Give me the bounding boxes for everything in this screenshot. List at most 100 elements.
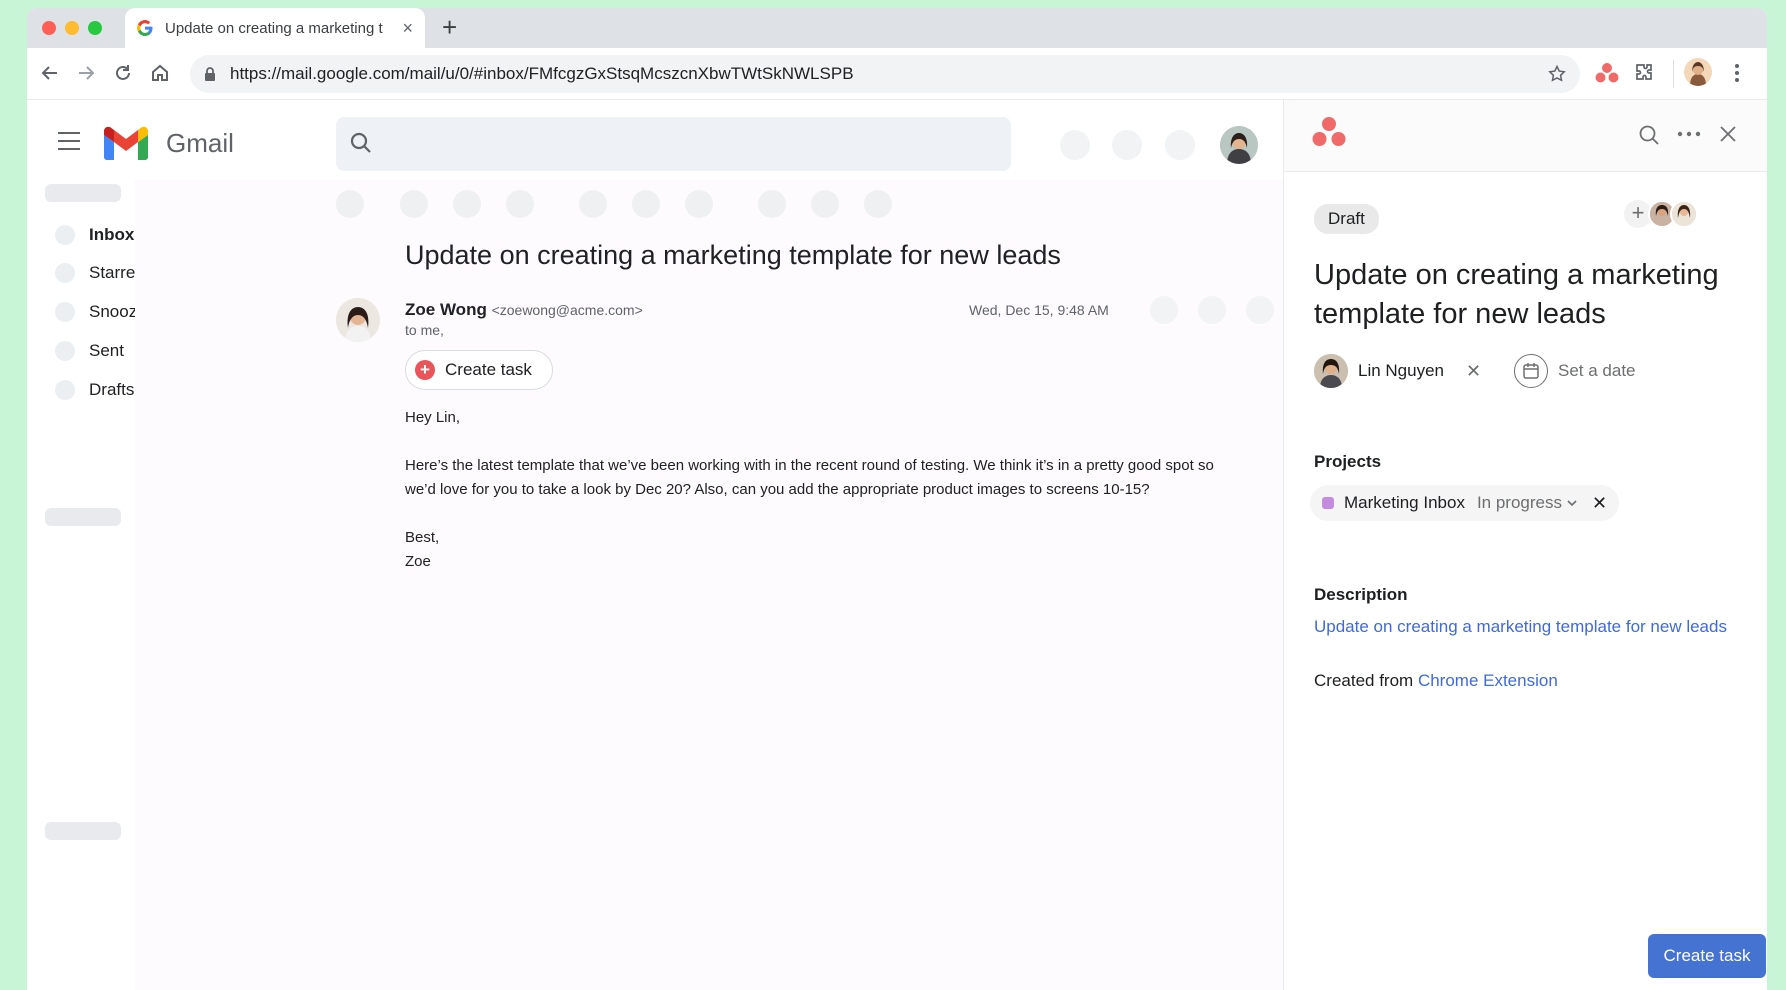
new-tab-button[interactable]: + [442, 14, 457, 40]
asana-panel: Draft + Update on creating a marketing t… [1283, 100, 1767, 990]
browser-tab[interactable]: Update on creating a marketing t × [125, 8, 425, 48]
chevron-down-icon[interactable] [1566, 497, 1578, 509]
apps-icon[interactable] [1165, 130, 1195, 160]
remove-project-icon[interactable]: ✕ [1592, 493, 1607, 514]
google-favicon-icon [137, 20, 153, 36]
gmail-logo-icon [104, 127, 148, 160]
collaborator-avatar [1670, 200, 1698, 228]
profile-avatar[interactable] [1684, 58, 1712, 86]
main-menu-icon[interactable] [58, 132, 80, 156]
due-date-field[interactable]: Set a date [1514, 354, 1636, 388]
project-chip[interactable]: Marketing Inbox In progress ✕ [1310, 485, 1620, 521]
sender-avatar [336, 298, 380, 342]
project-status[interactable]: In progress [1477, 493, 1562, 513]
nav-sent[interactable]: Sent [55, 336, 124, 366]
back-to-inbox-icon[interactable] [336, 190, 364, 218]
more-icon[interactable] [864, 190, 892, 218]
message-more-icon[interactable] [1246, 296, 1274, 324]
label-icon[interactable] [811, 190, 839, 218]
email-greeting: Hey Lin, [405, 409, 461, 426]
gmail-wordmark: Gmail [166, 128, 234, 158]
reply-icon[interactable] [1198, 296, 1226, 324]
browser-menu-icon[interactable] [1735, 64, 1739, 82]
back-icon[interactable] [39, 62, 61, 84]
account-avatar[interactable] [1220, 126, 1258, 164]
create-task-chip[interactable]: + Create task [405, 350, 553, 390]
nav-inbox[interactable]: Inbox [55, 220, 134, 250]
bookmark-star-icon[interactable] [1548, 65, 1566, 83]
tab-title: Update on creating a marketing t [165, 19, 383, 37]
settings-icon[interactable] [1112, 130, 1142, 160]
chrome-extension-link[interactable]: Chrome Extension [1418, 671, 1558, 690]
project-name: Marketing Inbox [1344, 493, 1465, 512]
inbox-icon [55, 225, 75, 245]
gmail-app: Gmail Inbox Starred Snoozed Sent Drafts … [27, 100, 1283, 990]
add-task-icon[interactable] [685, 190, 713, 218]
clock-icon [55, 302, 75, 322]
star-message-icon[interactable] [1150, 296, 1178, 324]
nav-label: Drafts [89, 380, 135, 399]
set-date-label: Set a date [1558, 361, 1636, 380]
browser-window: Update on creating a marketing t × + htt… [27, 8, 1767, 990]
recipient-line: to me, [405, 322, 444, 338]
sidebar-placeholder [45, 508, 121, 526]
plus-circle-icon: + [415, 360, 435, 380]
address-bar[interactable]: https://mail.google.com/mail/u/0/#inbox/… [190, 55, 1580, 93]
created-from-line: Created from Chrome Extension [1314, 671, 1558, 691]
mail-search-input[interactable] [336, 117, 1011, 171]
assignee-field[interactable]: Lin Nguyen ✕ [1314, 354, 1481, 388]
sidebar-placeholder [45, 822, 121, 840]
close-window-button[interactable] [42, 21, 56, 35]
lock-icon [205, 67, 215, 81]
star-icon [55, 263, 75, 283]
maximize-window-button[interactable] [88, 21, 102, 35]
created-from-prefix: Created from [1314, 671, 1418, 690]
more-options-icon[interactable] [1677, 131, 1701, 137]
project-color-swatch [1322, 497, 1334, 509]
reload-icon[interactable] [112, 62, 134, 84]
search-icon[interactable] [348, 130, 374, 156]
description-label: Description [1314, 585, 1408, 604]
archive-icon[interactable] [400, 190, 428, 218]
delete-icon[interactable] [506, 190, 534, 218]
minimize-window-button[interactable] [65, 21, 79, 35]
extensions-puzzle-icon[interactable] [1633, 62, 1655, 84]
sender-name: Zoe Wong [405, 300, 487, 319]
snooze-icon[interactable] [632, 190, 660, 218]
email-date: Wed, Dec 15, 9:48 AM [969, 302, 1109, 318]
report-spam-icon[interactable] [453, 190, 481, 218]
create-task-button[interactable]: Create task [1648, 934, 1766, 978]
asana-panel-header [1284, 100, 1767, 172]
create-task-chip-label: Create task [445, 360, 532, 379]
email-body-line: Here’s the latest template that we’ve be… [405, 457, 1214, 474]
assignee-name: Lin Nguyen [1358, 361, 1445, 380]
tab-close-icon[interactable]: × [402, 18, 413, 39]
sender-email: <zoewong@acme.com> [491, 302, 643, 318]
email-signoff: Best, [405, 529, 440, 546]
sidebar-placeholder [45, 184, 121, 202]
nav-label: Sent [89, 341, 124, 360]
nav-label: Inbox [89, 225, 135, 244]
browser-toolbar: https://mail.google.com/mail/u/0/#inbox/… [27, 48, 1767, 100]
tab-strip: Update on creating a marketing t × + [27, 8, 1767, 48]
message-view [135, 180, 1283, 990]
email-body-line: we’d love for you to take a look by Dec … [405, 481, 1150, 498]
asana-extension-icon[interactable] [1595, 62, 1619, 84]
support-icon[interactable] [1060, 130, 1090, 160]
close-panel-icon[interactable] [1718, 124, 1738, 144]
remove-assignee-icon[interactable]: ✕ [1466, 361, 1481, 382]
move-to-icon[interactable] [758, 190, 786, 218]
home-icon[interactable] [149, 62, 171, 84]
email-subject: Update on creating a marketing template … [405, 240, 1061, 270]
assignee-avatar [1314, 354, 1348, 388]
search-icon[interactable] [1638, 124, 1660, 146]
task-title[interactable]: Update on creating a marketing template … [1314, 256, 1744, 334]
url-text: https://mail.google.com/mail/u/0/#inbox/… [230, 64, 854, 83]
nav-starred[interactable]: Starred [55, 258, 145, 288]
toolbar-divider [1673, 60, 1674, 88]
collaborators: + [1624, 200, 1698, 228]
forward-icon[interactable] [75, 62, 97, 84]
description-link[interactable]: Update on creating a marketing template … [1314, 617, 1727, 637]
mark-unread-icon[interactable] [579, 190, 607, 218]
nav-drafts[interactable]: Drafts [55, 375, 134, 405]
